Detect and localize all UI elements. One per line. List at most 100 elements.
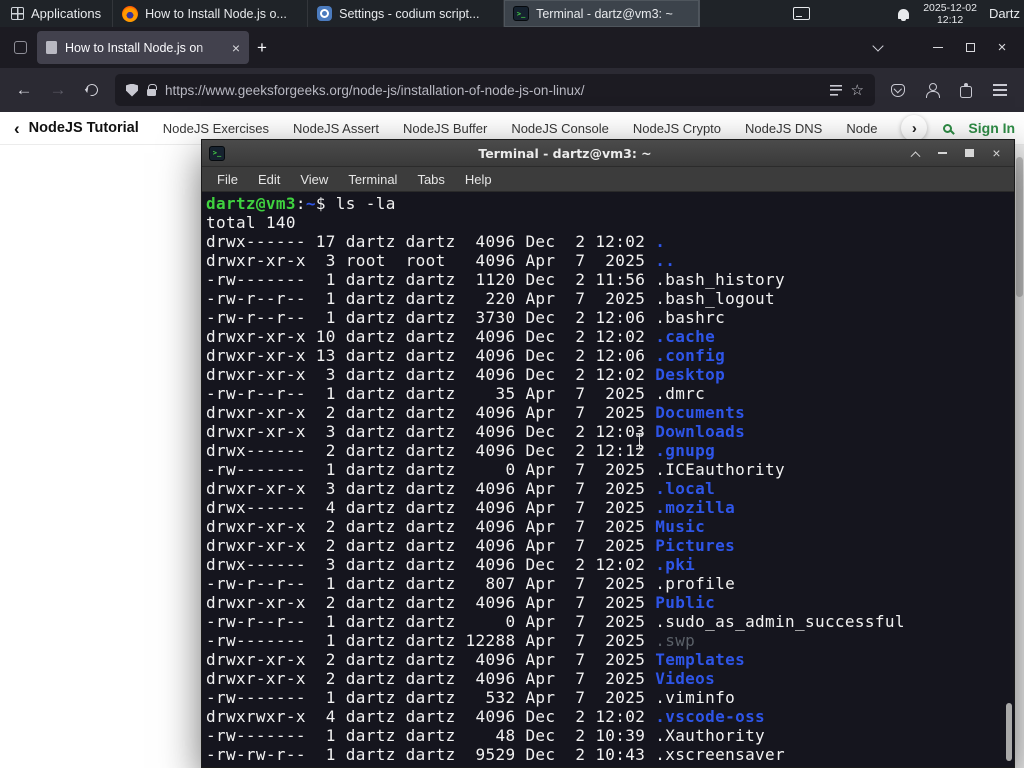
maximize-icon <box>965 43 975 52</box>
browser-tab[interactable]: How to Install Node.js on × <box>37 31 249 64</box>
terminal-line: total 140 <box>206 213 296 232</box>
desktop: Applications How to Install Node.js o...… <box>0 0 1024 768</box>
site-nav-lead[interactable]: ‹ NodeJS Tutorial <box>14 120 139 137</box>
terminal-body[interactable]: dartz@vm3:~$ ls -la total 140 drwx------ 1… <box>202 192 1014 767</box>
address-bar[interactable]: https://www.geeksforgeeks.org/node-js/in… <box>115 74 875 106</box>
terminal-line: -rw------- 1 dartz dartz 12288 Apr 7 202… <box>206 631 696 650</box>
url-text[interactable]: https://www.geeksforgeeks.org/node-js/in… <box>165 83 821 98</box>
browser-tab-bar: How to Install Node.js on × + × <box>0 27 1024 68</box>
terminal-line: drwxr-xr-x 2 dartz dartz 4096 Apr 7 2025… <box>206 650 746 669</box>
terminal-minimize-button[interactable] <box>932 143 953 163</box>
site-nav-link-dns[interactable]: NodeJS DNS <box>745 121 822 136</box>
account-icon <box>925 83 940 98</box>
clock-date: 2025-12-02 <box>923 1 977 14</box>
menu-file[interactable]: File <box>207 172 248 187</box>
taskbar-button-browser[interactable]: How to Install Node.js o... <box>112 0 309 27</box>
terminal-scrollbar-thumb[interactable] <box>1006 703 1012 761</box>
terminal-line: drwxr-xr-x 3 dartz dartz 4096 Dec 2 12:0… <box>206 422 746 441</box>
terminal-line: drwx------ 17 dartz dartz 4096 Dec 2 12:… <box>206 232 666 251</box>
page-scrollbar[interactable] <box>1015 145 1024 768</box>
site-nav-title[interactable]: NodeJS Tutorial <box>29 120 139 136</box>
back-button[interactable]: ← <box>8 74 40 106</box>
page-scrollbar-thumb[interactable] <box>1016 157 1023 297</box>
notification-bell-icon[interactable] <box>898 8 910 21</box>
list-all-tabs-chevron-icon[interactable] <box>872 40 884 52</box>
site-nav-right: › Sign In <box>901 115 1015 141</box>
terminal-line: drwxr-xr-x 2 dartz dartz 4096 Apr 7 2025… <box>206 669 716 688</box>
site-back-chevron-icon[interactable]: ‹ <box>14 120 20 137</box>
tab-close-button[interactable]: × <box>232 41 240 55</box>
taskbar-label: Terminal - dartz@vm3: ~ <box>536 6 673 21</box>
terminal-line: drwxr-xr-x 3 dartz dartz 4096 Apr 7 2025… <box>206 479 716 498</box>
bookmark-star-icon[interactable]: ☆ <box>851 82 864 98</box>
menu-button[interactable] <box>984 74 1016 106</box>
site-nav-link-crypto[interactable]: NodeJS Crypto <box>633 121 721 136</box>
terminal-titlebar[interactable]: >_ Terminal - dartz@vm3: ~ × <box>202 140 1014 167</box>
reader-mode-icon[interactable] <box>829 84 842 96</box>
terminal-line: drwxrwxr-x 4 dartz dartz 4096 Dec 2 12:0… <box>206 707 766 726</box>
terminal-line: drwx------ 4 dartz dartz 4096 Apr 7 2025… <box>206 498 736 517</box>
lock-icon[interactable] <box>147 84 157 96</box>
minimize-icon <box>938 152 947 154</box>
browser-close-button[interactable]: × <box>986 34 1018 62</box>
terminal-line: -rw------- 1 dartz dartz 48 Dec 2 10:39 … <box>206 726 766 745</box>
tray-terminal-icon[interactable] <box>793 7 811 20</box>
terminal-line: dartz@vm3:~$ ls -la <box>206 194 396 213</box>
top-panel: Applications How to Install Node.js o...… <box>0 0 1024 27</box>
menu-tabs[interactable]: Tabs <box>407 172 454 187</box>
reload-button[interactable] <box>76 74 108 106</box>
terminal-maximize-button[interactable] <box>959 143 980 163</box>
browser-toolbar: ← → https://www.geeksforgeeks.org/node-j… <box>0 68 1024 112</box>
terminal-menubar: File Edit View Terminal Tabs Help <box>202 167 1014 192</box>
terminal-line: drwxr-xr-x 2 dartz dartz 4096 Apr 7 2025… <box>206 517 706 536</box>
terminal-close-button[interactable]: × <box>986 143 1007 163</box>
menu-edit[interactable]: Edit <box>248 172 290 187</box>
panel-spacer <box>700 0 793 27</box>
terminal-line: -rw-r--r-- 1 dartz dartz 220 Apr 7 2025 … <box>206 289 776 308</box>
terminal-line: -rw------- 1 dartz dartz 1120 Dec 2 11:5… <box>206 270 786 289</box>
tracking-protection-shield-icon[interactable] <box>126 83 138 97</box>
forward-button[interactable]: → <box>42 74 74 106</box>
taskbar-label: Settings - codium script... <box>339 6 480 21</box>
terminal-line: -rw-rw-r-- 1 dartz dartz 9529 Dec 2 10:4… <box>206 745 786 764</box>
text-cursor-pointer <box>635 433 644 450</box>
site-nav-link-console[interactable]: NodeJS Console <box>511 121 609 136</box>
menu-terminal[interactable]: Terminal <box>338 172 407 187</box>
browser-maximize-button[interactable] <box>954 34 986 62</box>
terminal-line: drwx------ 2 dartz dartz 4096 Dec 2 12:1… <box>206 441 716 460</box>
sign-in-button[interactable]: Sign In <box>968 120 1015 136</box>
terminal-line: -rw-r--r-- 1 dartz dartz 807 Apr 7 2025 … <box>206 574 736 593</box>
terminal-line: drwxr-xr-x 10 dartz dartz 4096 Dec 2 12:… <box>206 327 716 346</box>
applications-menu-button[interactable]: Applications <box>0 0 112 27</box>
taskbar-button-terminal[interactable]: >_ Terminal - dartz@vm3: ~ <box>504 0 701 27</box>
site-nav-scroll-right-button[interactable]: › <box>901 115 928 141</box>
firefox-icon <box>122 5 139 22</box>
extensions-puzzle-icon <box>960 82 972 98</box>
terminal-line: drwxr-xr-x 3 dartz dartz 4096 Dec 2 12:0… <box>206 365 726 384</box>
site-nav-link-assert[interactable]: NodeJS Assert <box>293 121 379 136</box>
site-nav-link-exercises[interactable]: NodeJS Exercises <box>163 121 269 136</box>
extensions-button[interactable] <box>950 74 982 106</box>
panel-clock[interactable]: 2025-12-02 12:12 <box>923 2 977 26</box>
terminal-line: -rw-r--r-- 1 dartz dartz 3730 Dec 2 12:0… <box>206 308 726 327</box>
terminal-line: -rw------- 1 dartz dartz 532 Apr 7 2025 … <box>206 688 736 707</box>
account-button[interactable] <box>916 74 948 106</box>
firefox-view-icon[interactable] <box>14 41 27 54</box>
pocket-button[interactable] <box>882 74 914 106</box>
search-icon[interactable] <box>943 123 953 133</box>
browser-minimize-button[interactable] <box>922 34 954 62</box>
new-tab-button[interactable]: + <box>257 39 267 56</box>
menu-view[interactable]: View <box>290 172 338 187</box>
terminal-line: drwx------ 3 dartz dartz 4096 Dec 2 12:0… <box>206 555 696 574</box>
menu-help[interactable]: Help <box>455 172 502 187</box>
site-nav-link-buffer[interactable]: NodeJS Buffer <box>403 121 487 136</box>
terminal-line: drwxr-xr-x 13 dartz dartz 4096 Dec 2 12:… <box>206 346 726 365</box>
taskbar-button-settings[interactable]: Settings - codium script... <box>308 0 505 27</box>
terminal-line: -rw-r--r-- 1 dartz dartz 0 Apr 7 2025 .s… <box>206 612 905 631</box>
tab-title: How to Install Node.js on <box>65 40 204 55</box>
site-nav-link-truncated[interactable]: Node <box>846 121 877 136</box>
terminal-shade-button[interactable] <box>905 143 926 163</box>
terminal-icon: >_ <box>209 145 225 161</box>
user-menu[interactable]: Dartz <box>989 6 1024 21</box>
clock-time: 12:12 <box>936 13 964 26</box>
